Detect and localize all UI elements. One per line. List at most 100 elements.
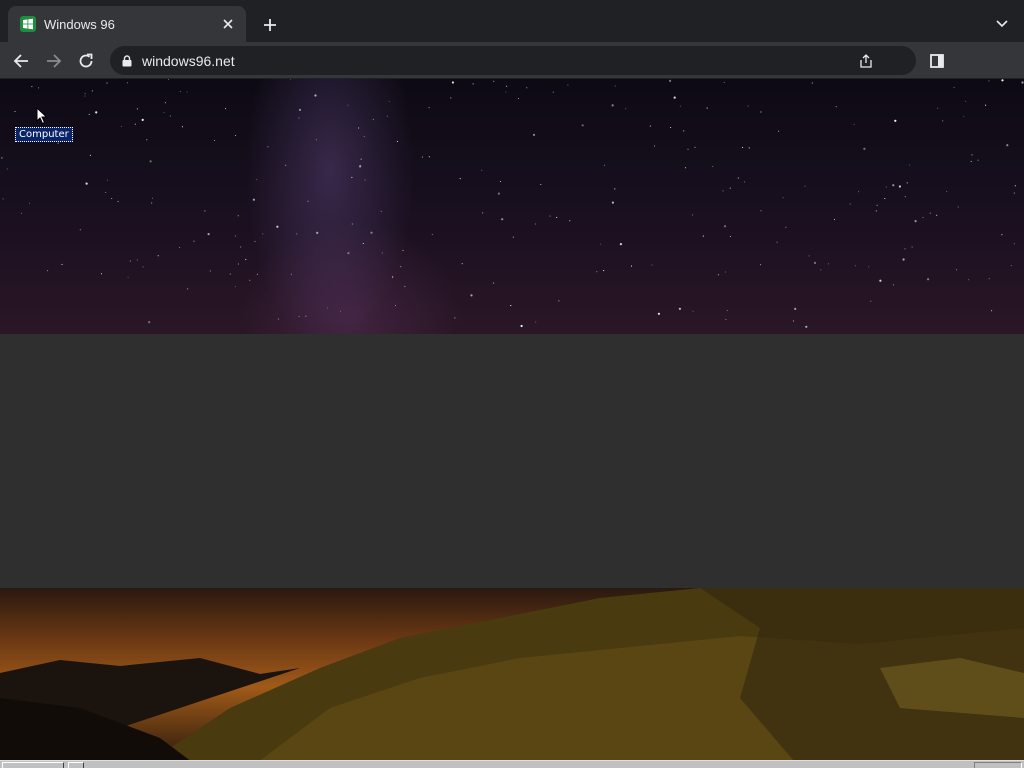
star [79,229,81,231]
tab-windows96[interactable]: Windows 96 [8,6,246,42]
star [249,279,251,281]
taskbar-quick-launch[interactable] [68,762,84,768]
star [402,249,404,252]
star [581,124,584,127]
star [394,304,397,307]
star [729,187,731,189]
star [1006,144,1009,147]
star [404,286,406,288]
star [290,273,292,275]
star [149,160,152,163]
star [669,79,672,82]
star [898,185,902,188]
star [870,300,872,302]
star [451,81,454,84]
star [256,273,258,275]
star [386,115,388,117]
star [493,80,495,82]
star [61,263,63,265]
arrow-left-icon[interactable] [8,48,34,74]
star [285,164,287,166]
star [14,110,16,113]
star [782,197,784,199]
star [1010,265,1012,267]
star [20,212,23,214]
star [267,146,269,148]
windows96-logo-icon [20,16,36,32]
star [237,263,239,265]
star [136,259,138,261]
star [351,176,353,178]
star [501,218,504,221]
star [614,188,616,190]
star [229,273,231,275]
star [213,139,216,142]
star [262,233,264,235]
star [141,118,144,121]
url-text: windows96.net [142,52,235,69]
arrow-right-icon[interactable] [41,48,67,74]
star [88,113,90,115]
star [811,82,813,84]
star [431,234,433,236]
star [396,140,398,142]
star [290,79,292,80]
share-icon[interactable] [858,53,874,69]
star [186,91,188,93]
star [702,235,704,237]
star [392,276,394,279]
star [148,321,151,324]
side-panel-icon[interactable] [928,52,946,70]
star [347,104,349,106]
star [506,85,508,87]
star [892,184,895,187]
star [929,212,931,214]
star [207,233,210,236]
star [234,286,236,288]
address-bar[interactable]: windows96.net [110,46,916,75]
star [653,145,656,147]
star [706,107,708,109]
star [737,177,739,179]
star [29,202,31,204]
star [204,210,206,212]
star [388,101,390,103]
star [359,165,361,167]
star [556,216,558,218]
star [134,123,136,125]
star [111,197,113,200]
star [380,210,382,212]
star [307,200,309,202]
star [1013,243,1015,245]
star [517,98,520,100]
star [827,263,829,265]
star [946,190,948,193]
star [1021,81,1024,84]
star [6,168,8,170]
star [894,119,897,122]
start-button[interactable] [2,762,64,768]
star [532,133,536,136]
star [100,273,103,275]
desktop[interactable]: Computer [0,79,1024,768]
star [400,266,402,268]
star [914,220,917,223]
star [833,218,836,220]
star [876,204,878,206]
star [450,97,452,99]
star [339,310,342,312]
reload-icon[interactable] [73,48,99,74]
star [461,263,463,265]
close-icon[interactable] [220,16,236,32]
star [603,270,605,272]
chevron-down-icon[interactable] [992,14,1012,34]
system-tray [974,762,1022,768]
lock-icon[interactable] [120,54,134,68]
star [234,134,237,137]
star [792,320,795,322]
star [670,126,672,129]
star [167,79,170,80]
star [37,87,40,89]
mouse-cursor-icon [36,106,48,130]
plus-icon[interactable] [259,14,281,36]
